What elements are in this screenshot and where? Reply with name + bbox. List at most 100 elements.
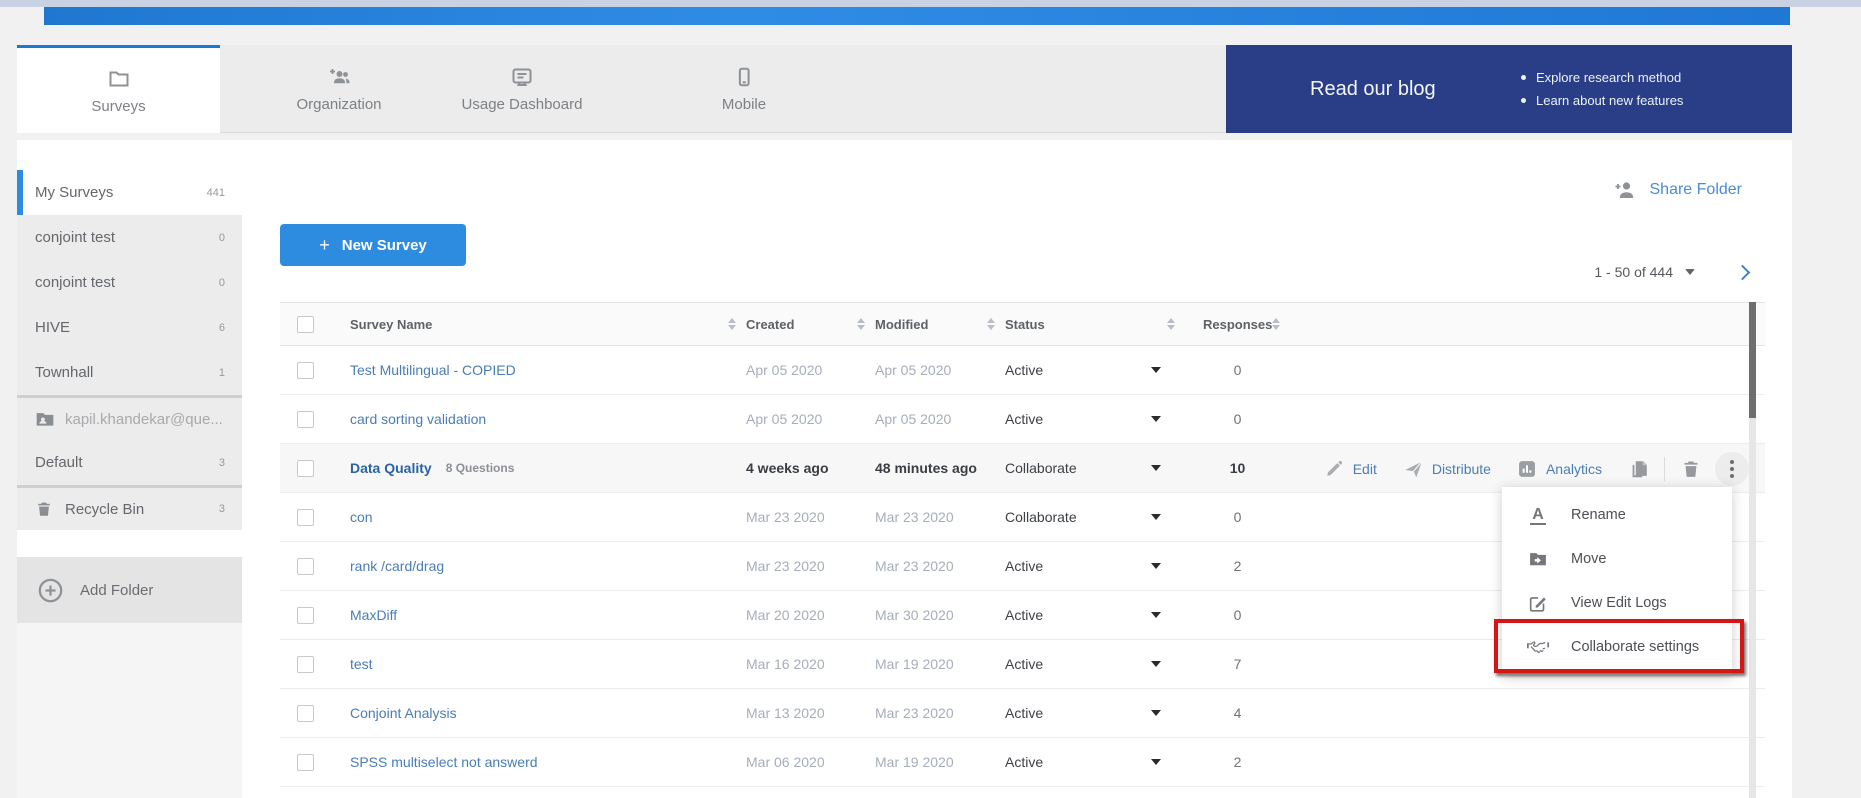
select-all-checkbox[interactable] [297, 316, 314, 333]
survey-name-link[interactable]: con [350, 509, 373, 525]
tab-label: Mobile [722, 96, 766, 113]
table-row[interactable]: Test Multilingual - COPIED Apr 05 2020 A… [280, 346, 1765, 395]
menu-label: Collaborate settings [1571, 639, 1699, 655]
status-label: Collaborate [1005, 509, 1077, 525]
more-options-button[interactable] [1715, 452, 1749, 486]
folder-count: 0 [219, 232, 225, 244]
share-folder-label: Share Folder [1650, 181, 1743, 199]
table-scrollbar-track[interactable] [1749, 302, 1756, 798]
status-dropdown-caret-icon[interactable] [1151, 759, 1161, 765]
status-dropdown-caret-icon[interactable] [1151, 514, 1161, 520]
created-cell: Mar 13 2020 [746, 705, 875, 721]
survey-name-link[interactable]: test [350, 656, 373, 672]
column-modified[interactable]: Modified [875, 317, 928, 332]
tab-usage-dashboard[interactable]: Usage Dashboard [439, 45, 605, 133]
row-checkbox[interactable] [297, 656, 314, 673]
survey-context-menu: A Rename Move View Edit Logs Collaborate… [1502, 487, 1732, 675]
column-responses[interactable]: Responses [1203, 317, 1272, 332]
next-page-chevron-icon[interactable] [1735, 264, 1751, 280]
row-checkbox[interactable] [297, 509, 314, 526]
responses-cell: 7 [1185, 656, 1290, 672]
banner-title[interactable]: Read our blog [1310, 45, 1436, 133]
sidebar-folder-item[interactable]: HIVE 6 [17, 305, 242, 350]
add-folder-button[interactable]: Add Folder [17, 557, 242, 623]
bullet-dot-icon [1521, 98, 1526, 103]
sort-icon[interactable] [1272, 318, 1280, 330]
blog-banner[interactable]: Read our blog Explore research method Le… [1226, 45, 1792, 133]
row-checkbox[interactable] [297, 460, 314, 477]
bar-chart-icon [1517, 459, 1537, 479]
column-status[interactable]: Status [1005, 317, 1045, 332]
modified-cell: Apr 05 2020 [875, 362, 1005, 378]
sidebar-folder-item[interactable]: Townhall 1 [17, 350, 242, 395]
table-row[interactable]: Data Quality 8 Questions 4 weeks ago 48 … [280, 444, 1765, 493]
sidebar-folder-item[interactable]: conjoint test 0 [17, 260, 242, 305]
table-row[interactable]: card sorting validation Apr 05 2020 Apr … [280, 395, 1765, 444]
add-people-icon [326, 65, 352, 89]
table-row[interactable]: SPSS multiselect not answerd Mar 06 2020… [280, 738, 1765, 787]
survey-name-link[interactable]: Test Multilingual - COPIED [350, 362, 516, 378]
pagination-dropdown-caret-icon[interactable] [1685, 269, 1695, 275]
sort-icon[interactable] [987, 318, 995, 330]
sort-icon[interactable] [1167, 318, 1175, 330]
status-dropdown-caret-icon[interactable] [1151, 612, 1161, 618]
menu-item-collaborate-settings[interactable]: Collaborate settings [1502, 625, 1732, 669]
tab-mobile[interactable]: Mobile [605, 45, 883, 133]
status-label: Active [1005, 754, 1043, 770]
sort-icon[interactable] [857, 318, 865, 330]
row-checkbox[interactable] [297, 558, 314, 575]
new-survey-button[interactable]: + New Survey [280, 224, 466, 266]
tab-organization[interactable]: Organization [239, 45, 439, 133]
column-survey-name[interactable]: Survey Name [350, 317, 432, 332]
status-dropdown-caret-icon[interactable] [1151, 563, 1161, 569]
row-checkbox[interactable] [297, 754, 314, 771]
status-label: Active [1005, 607, 1043, 623]
status-dropdown-caret-icon[interactable] [1151, 661, 1161, 667]
menu-item-move[interactable]: Move [1502, 537, 1732, 581]
survey-name-link[interactable]: Data Quality [350, 460, 432, 476]
created-cell: Apr 05 2020 [746, 411, 875, 427]
send-icon [1403, 459, 1423, 479]
status-dropdown-caret-icon[interactable] [1151, 416, 1161, 422]
status-dropdown-caret-icon[interactable] [1151, 465, 1161, 471]
copy-survey-icon[interactable] [1628, 458, 1650, 480]
row-checkbox[interactable] [297, 411, 314, 428]
folders-sidebar: My Surveys 441 conjoint test 0 [17, 140, 242, 798]
survey-name-link[interactable]: card sorting validation [350, 411, 486, 427]
created-cell: Mar 23 2020 [746, 558, 875, 574]
brand-top-bar [44, 7, 1790, 25]
sort-icon[interactable] [728, 318, 736, 330]
sidebar-folder-item[interactable]: My Surveys 441 [17, 170, 242, 215]
row-checkbox[interactable] [297, 607, 314, 624]
analytics-button[interactable]: Analytics [1517, 459, 1602, 479]
sidebar-folder-item[interactable]: Default 3 [17, 440, 242, 485]
survey-name-link[interactable]: Conjoint Analysis [350, 705, 457, 721]
status-dropdown-caret-icon[interactable] [1151, 710, 1161, 716]
row-checkbox[interactable] [297, 705, 314, 722]
survey-name-link[interactable]: MaxDiff [350, 607, 397, 623]
modified-cell: 48 minutes ago [875, 460, 1005, 476]
edit-button[interactable]: Edit [1324, 459, 1377, 479]
column-created[interactable]: Created [746, 317, 794, 332]
distribute-button[interactable]: Distribute [1403, 459, 1491, 479]
folder-list: My Surveys 441 conjoint test 0 [17, 170, 242, 530]
survey-name-link[interactable]: SPSS multiselect not answerd [350, 754, 538, 770]
table-scrollbar-thumb[interactable] [1749, 302, 1756, 418]
row-checkbox[interactable] [297, 362, 314, 379]
menu-item-rename[interactable]: A Rename [1502, 493, 1732, 537]
bullet-dot-icon [1521, 75, 1526, 80]
menu-item-view-edit-logs[interactable]: View Edit Logs [1502, 581, 1732, 625]
status-dropdown-caret-icon[interactable] [1151, 367, 1161, 373]
tab-surveys[interactable]: Surveys [17, 45, 220, 133]
survey-name-link[interactable]: rank /card/drag [350, 558, 444, 574]
rename-icon: A [1527, 504, 1549, 526]
sidebar-filler [17, 623, 242, 798]
share-folder-button[interactable]: Share Folder [1613, 178, 1743, 202]
delete-survey-icon[interactable] [1681, 458, 1703, 480]
table-row[interactable]: Conjoint Analysis Mar 13 2020 Mar 23 202… [280, 689, 1765, 738]
sidebar-folder-item[interactable]: Recycle Bin 3 [17, 485, 242, 530]
tab-label: Usage Dashboard [462, 96, 583, 113]
sidebar-folder-item[interactable]: kapil.khandekar@que... [17, 395, 242, 440]
question-count-badge: 8 Questions [446, 461, 515, 475]
sidebar-folder-item[interactable]: conjoint test 0 [17, 215, 242, 260]
